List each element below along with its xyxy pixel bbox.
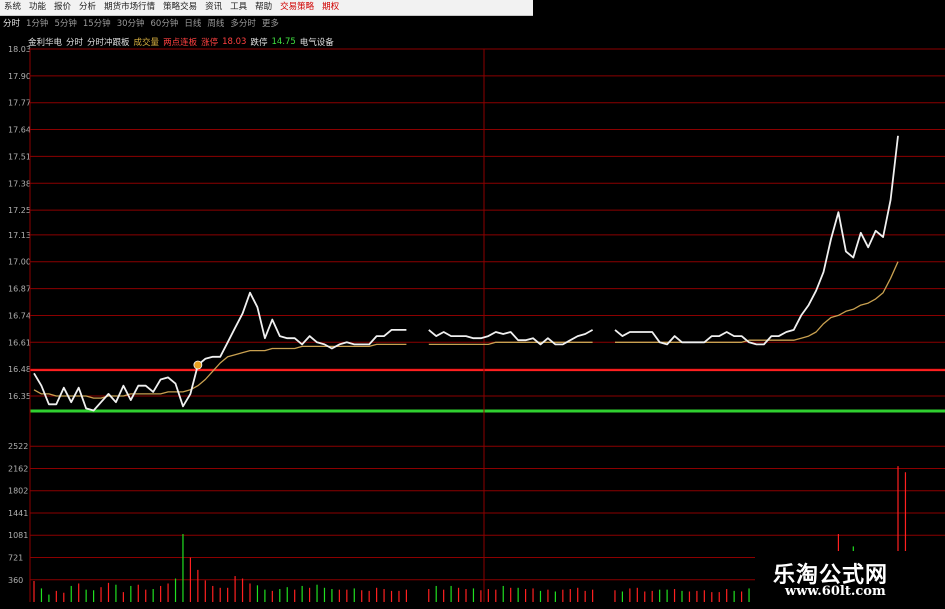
tab-period-3[interactable]: 15分钟 — [80, 17, 114, 29]
menu-item-1[interactable]: 功能 — [25, 0, 50, 15]
volume-tick-label: 1081 — [8, 531, 28, 540]
info-item-7: 跌停 — [250, 38, 268, 48]
period-tabs: 分时 1分钟 5分钟 15分钟 30分钟 60分钟 日线 周线 多分时 更多 — [0, 16, 282, 30]
menu-bar: 系统 功能 报价 分析 期货市场行情 策略交易 资讯 工具 帮助 交易策略 期权 — [0, 0, 533, 16]
price-tick-label: 17.25 — [8, 206, 31, 215]
price-tick-label: 17.51 — [8, 152, 31, 161]
tab-period-9[interactable]: 更多 — [259, 17, 282, 29]
volume-tick-label: 2522 — [8, 442, 28, 451]
tab-period-5[interactable]: 60分钟 — [148, 17, 182, 29]
info-item-2: 分时冲跟板 — [87, 38, 130, 48]
menu-item-6[interactable]: 资讯 — [201, 0, 226, 15]
volume-tick-label: 360 — [8, 576, 23, 585]
signal-marker-icon — [193, 360, 203, 370]
volume-tick-label: 1441 — [8, 509, 28, 518]
price-tick-label: 17.77 — [8, 99, 31, 108]
watermark-url: www.60lt.com — [785, 584, 886, 599]
menu-item-9[interactable]: 交易策略 — [276, 0, 318, 15]
info-item-1: 分时 — [66, 38, 84, 48]
price-tick-label: 17.13 — [8, 231, 31, 240]
price-tick-label: 17.38 — [8, 179, 31, 188]
info-item-6: 18.03 — [222, 37, 247, 47]
price-tick-label: 16.48 — [8, 365, 31, 374]
info-item-3: 成交量 — [133, 38, 160, 48]
menu-item-4[interactable]: 期货市场行情 — [100, 0, 159, 15]
info-item-9: 电气设备 — [299, 38, 334, 48]
info-item-4: 两点连板 — [163, 38, 198, 48]
info-item-0: 金利华电 — [28, 38, 63, 48]
tab-period-1[interactable]: 1分钟 — [23, 17, 51, 29]
menu-item-5[interactable]: 策略交易 — [159, 0, 201, 15]
price-tick-label: 17.90 — [8, 72, 31, 81]
menu-item-8[interactable]: 帮助 — [251, 0, 276, 15]
info-item-8: 14.75 — [271, 37, 296, 47]
tab-period-2[interactable]: 5分钟 — [51, 17, 79, 29]
info-item-5: 涨停 — [201, 38, 219, 48]
menu-item-3[interactable]: 分析 — [75, 0, 100, 15]
watermark: 乐淘公式网 www.60lt.com — [755, 551, 945, 609]
volume-tick-label: 2162 — [8, 464, 28, 473]
stock-info-bar: 金利华电 分时 分时冲跟板 成交量 两点连板 涨停 18.03 跌停 14.75 电气设备 — [28, 36, 338, 48]
volume-tick-label: 1802 — [8, 487, 28, 496]
menu-item-10[interactable]: 期权 — [318, 0, 343, 15]
menu-item-0[interactable]: 系统 — [0, 0, 25, 15]
menu-item-7[interactable]: 工具 — [226, 0, 251, 15]
tab-period-4[interactable]: 30分钟 — [114, 17, 148, 29]
price-tick-label: 16.61 — [8, 338, 31, 347]
tab-period-6[interactable]: 日线 — [181, 17, 204, 29]
tab-period-8[interactable]: 多分时 — [227, 17, 259, 29]
price-tick-label: 16.87 — [8, 285, 31, 294]
menu-item-2[interactable]: 报价 — [50, 0, 75, 15]
tab-period-0[interactable]: 分时 — [0, 17, 23, 29]
volume-tick-label: 721 — [8, 553, 23, 562]
price-tick-label: 17.64 — [8, 126, 31, 135]
tab-period-7[interactable]: 周线 — [204, 17, 227, 29]
average-price-line — [33, 261, 899, 399]
time-share-chart: 18.0317.9017.7717.6417.5117.3817.2517.13… — [8, 45, 945, 602]
price-tick-label: 17.00 — [8, 258, 31, 267]
price-tick-label: 16.74 — [8, 311, 31, 320]
price-tick-label: 16.35 — [8, 392, 31, 401]
